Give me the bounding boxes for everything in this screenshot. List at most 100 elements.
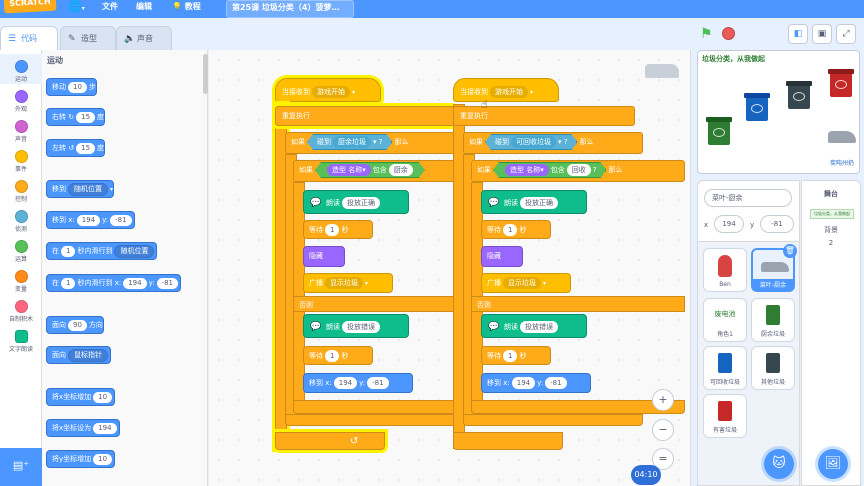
sprite-kitchen-bin[interactable]: 厨余垃圾 — [751, 298, 795, 342]
zoom-out-button[interactable]: − — [652, 419, 674, 441]
menu-edit[interactable]: 编辑 — [136, 0, 152, 18]
wait-1a[interactable]: 等待 1 秒 — [303, 220, 373, 239]
add-extension-icon[interactable]: ▤⁺ — [0, 448, 42, 486]
forever-bottom-2 — [453, 432, 563, 450]
forever-bottom-1: ↺ — [275, 432, 385, 450]
speech-bubble-icon: 💬 — [488, 322, 500, 332]
sprite-other-bin[interactable]: 其他垃圾 — [751, 346, 795, 390]
block-goto-xy[interactable]: 移到 x: 194 y: -81 — [46, 211, 135, 229]
y-label: y — [750, 221, 755, 229]
fullscreen-icon[interactable]: ⤢ — [836, 24, 856, 44]
speak-wrong-2[interactable]: 💬 朗读 投放错误 — [481, 314, 587, 338]
menu-bar: SCRATCH 🌐▾ 文件 编辑 💡 教程 第25课 垃圾分类（4）菠萝… — [0, 0, 864, 18]
speak-correct-2[interactable]: 💬 朗读 投放正确 — [481, 190, 587, 214]
block-change-x[interactable]: 将x坐标增加 10 — [46, 388, 116, 406]
tab-sounds-label: 声音 — [137, 34, 153, 43]
menu-file[interactable]: 文件 — [102, 0, 118, 18]
if-else-costume-2[interactable]: 如果 造型 名称▾ 包含 回收? 那么 — [471, 160, 685, 182]
delete-sprite-icon[interactable]: 🗑 — [783, 244, 797, 258]
wait-2b[interactable]: 等待 1 秒 — [481, 346, 551, 365]
green-flag-icon[interactable]: ⚑ — [700, 26, 716, 42]
if-else-costume-1[interactable]: 如果 造型 名称▾ 包含 厨余 — [293, 160, 463, 182]
block-turn-right[interactable]: 右转 ↻ 15 度 — [46, 108, 106, 126]
blue-bin-thumbnail — [718, 353, 732, 373]
large-stage-icon[interactable]: ▣ — [812, 24, 832, 44]
if-touching-2[interactable]: 如果 碰到 可回收垃圾 ▾ ? 那么 — [463, 132, 643, 154]
goto-xy-block-1[interactable]: 移到 x: 194 y: -81 — [303, 373, 413, 393]
block-turn-left[interactable]: 左转 ↺ 15 度 — [46, 139, 106, 157]
category-sensing[interactable]: 侦测 — [0, 204, 42, 234]
palette-heading: 运动 — [47, 56, 63, 65]
block-set-x[interactable]: 将x坐标设为 194 — [46, 419, 120, 437]
sprite-y-input[interactable]: -81 — [760, 215, 794, 233]
rotate-left-icon: ↺ — [68, 144, 75, 152]
globe-icon[interactable]: 🌐▾ — [68, 0, 85, 18]
project-title-input[interactable]: 第25课 垃圾分类（4）菠萝… — [226, 0, 354, 18]
block-point-direction[interactable]: 面向 90 方向 — [46, 316, 104, 334]
add-sprite-button[interactable]: 🐱 — [764, 449, 794, 479]
category-control[interactable]: 控制 — [0, 174, 42, 204]
hide-block-2[interactable]: 隐藏 — [481, 246, 523, 267]
block-palette: 运动 移动 10 步 右转 ↻ 15 度 左转 ↺ 15 度 移到 随机位置 ▾ 移到 x: 19… — [42, 50, 208, 486]
sprite-veggie-kitchen[interactable]: 菜叶-厨余 🗑 — [751, 244, 797, 292]
stage-thumbnail: 垃圾分类，从我做起 — [810, 209, 854, 219]
video-timer: 04:10 — [631, 465, 661, 485]
sprite-recyclable-bin[interactable]: 可回收垃圾 — [703, 346, 747, 390]
speak-wrong-1[interactable]: 💬 朗读 投放错误 — [303, 314, 409, 338]
red-bin-thumbnail — [718, 401, 732, 421]
block-glide-random[interactable]: 在 1 秒内滑行到 随机位置 — [46, 242, 158, 260]
block-goto[interactable]: 移到 随机位置 ▾ — [46, 180, 115, 198]
sprite-x-input[interactable]: 194 — [714, 215, 744, 233]
sprite-info-panel: 菜叶-厨余 x 194 y -81 — [697, 180, 800, 242]
stage-title: 垃圾分类，从我做起 — [702, 55, 765, 63]
hide-block-1[interactable]: 隐藏 — [303, 246, 345, 267]
else-label-2: 否则 — [471, 296, 685, 312]
category-variables[interactable]: 变量 — [0, 264, 42, 294]
tab-sounds[interactable]: 🔈 声音 — [116, 26, 172, 50]
sprite-role1[interactable]: 废电池 角色1 — [703, 298, 747, 342]
block-point-towards[interactable]: 面向 鼠标指针 — [46, 346, 111, 364]
add-backdrop-button[interactable]: 🖼 — [818, 449, 848, 479]
tab-costumes[interactable]: ✎ 造型 — [60, 26, 116, 50]
palette-scrollbar[interactable] — [203, 54, 208, 94]
wait-1b[interactable]: 等待 1 秒 — [303, 346, 373, 365]
broadcast-block-2[interactable]: 广播 显示垃圾 ▾ — [481, 273, 571, 293]
category-my-blocks[interactable]: 自制积木 — [0, 294, 42, 324]
category-looks[interactable]: 外观 — [0, 84, 42, 114]
tab-code[interactable]: ☰ 代码 — [0, 26, 58, 50]
block-move-steps[interactable]: 移动 10 步 — [46, 78, 97, 96]
stop-icon[interactable] — [722, 27, 735, 40]
category-text-to-speech[interactable]: 文字朗读 — [0, 324, 42, 354]
wait-2a[interactable]: 等待 1 秒 — [481, 220, 551, 239]
zoom-in-button[interactable]: + — [652, 389, 674, 411]
goto-xy-block-2[interactable]: 移到 x: 194 y: -81 — [481, 373, 591, 393]
gray-bin-thumbnail — [766, 353, 780, 373]
broadcast-block-1[interactable]: 广播 显示垃圾 ▾ — [303, 273, 393, 293]
sprite-name-input[interactable]: 菜叶-厨余 — [704, 189, 792, 207]
forever-block-1[interactable]: 重复执行 — [275, 106, 455, 126]
hat-when-receive-2[interactable]: 当接收到 游戏开始 ▾ — [453, 78, 559, 102]
category-menu: 运动 外观 声音 事件 控制 侦测 运算 变量 自制积木 文字朗读 ▤⁺ — [0, 50, 42, 486]
if-touching-1[interactable]: 如果 碰到 厨余垃圾 ▾ ? 那么 — [285, 132, 465, 154]
category-motion[interactable]: 运动 — [0, 54, 42, 84]
hat-when-receive-1[interactable]: 当接收到 游戏开始 ▾ — [275, 78, 381, 102]
stage-canvas[interactable]: 垃圾分类，从我做起 炭吨州扔 — [697, 50, 860, 174]
stage-panel[interactable]: 舞台 垃圾分类，从我做起 背景 2 — [801, 180, 861, 486]
sprite-preview-shoe — [645, 64, 679, 78]
hazardous-bin — [828, 69, 854, 97]
menu-tutorials[interactable]: 💡 教程 — [172, 0, 201, 18]
sprite-ben[interactable]: Ben — [703, 248, 747, 292]
category-operators[interactable]: 运算 — [0, 234, 42, 264]
stage-panel-title: 舞台 — [824, 190, 838, 198]
green-bin-thumbnail — [766, 305, 780, 325]
speak-correct-1[interactable]: 💬 朗读 投放正确 — [303, 190, 409, 214]
lightbulb-icon: 💡 — [172, 2, 182, 11]
small-stage-icon[interactable]: ◧ — [788, 24, 808, 44]
block-change-y[interactable]: 将y坐标增加 10 — [46, 450, 116, 468]
category-sound[interactable]: 声音 — [0, 114, 42, 144]
cat-plus-icon: 🐱 — [772, 456, 786, 471]
scratch-logo[interactable]: SCRATCH — [3, 0, 57, 14]
block-glide-xy[interactable]: 在 1 秒内滑行到 x: 194 y: -81 — [46, 274, 182, 292]
sprite-hazardous-bin[interactable]: 有害垃圾 — [703, 394, 747, 438]
category-events[interactable]: 事件 — [0, 144, 42, 174]
